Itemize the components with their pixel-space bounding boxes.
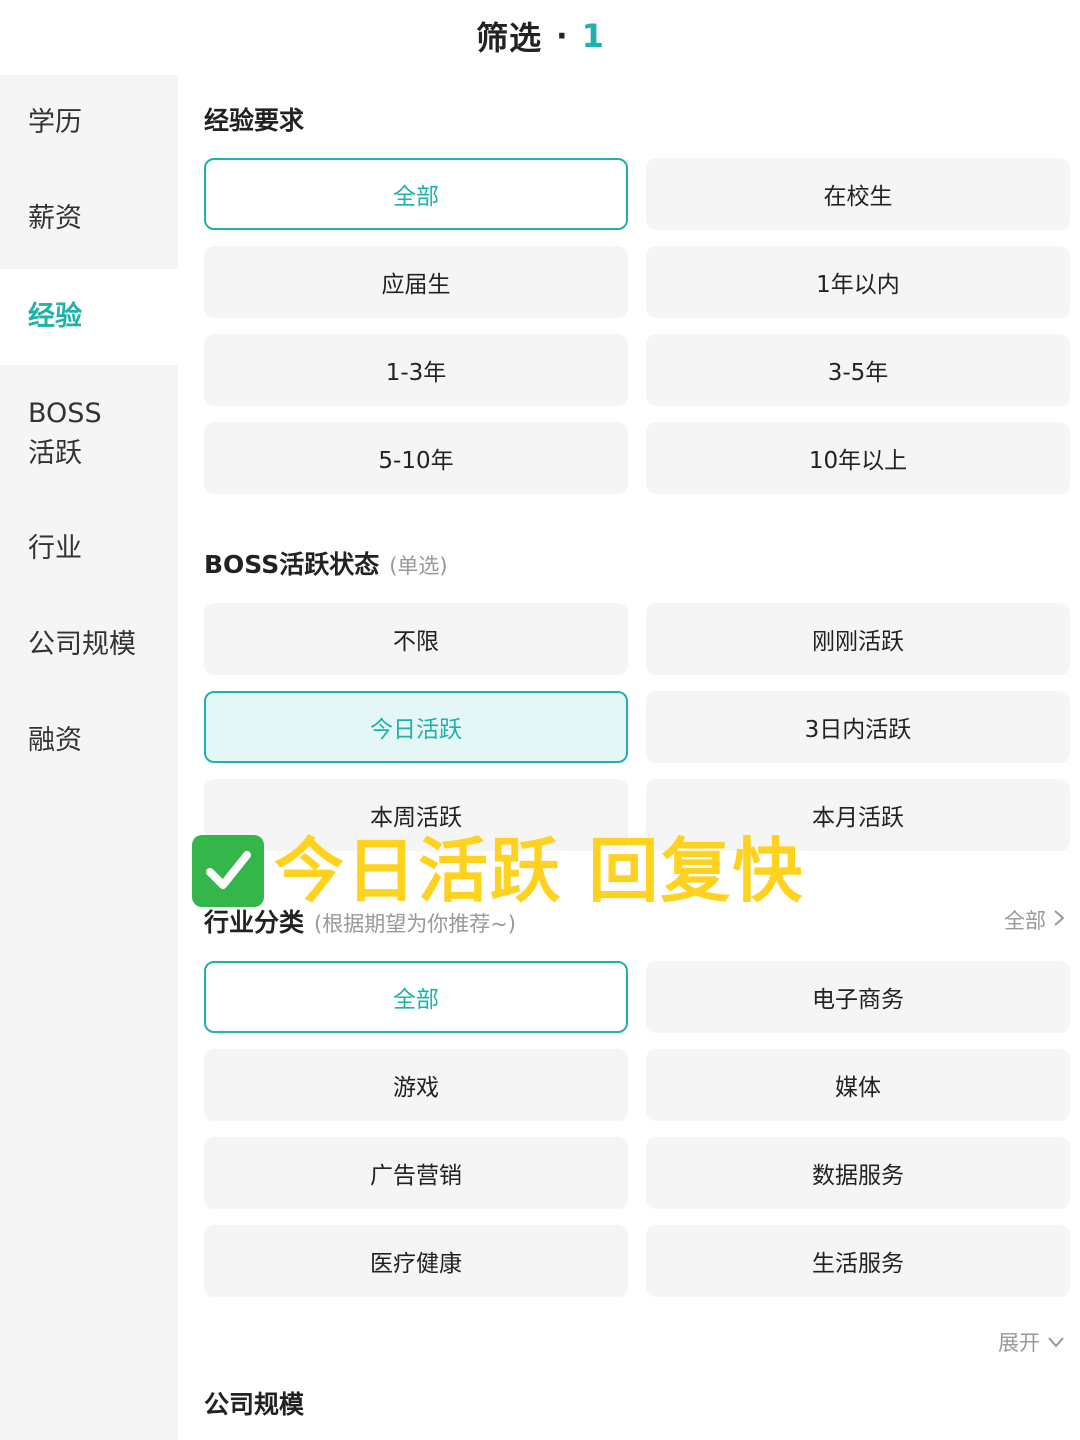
filter-header: 筛选 · 1 bbox=[0, 0, 1080, 72]
sidebar-item-label: 学历 bbox=[28, 107, 82, 138]
sidebar-item-label: 经验 bbox=[28, 301, 82, 332]
experience-section-title: 经验要求 bbox=[204, 101, 304, 137]
page-title: 筛选 bbox=[476, 19, 543, 57]
filter-count-badge: 1 bbox=[581, 17, 604, 55]
boss-status-option-just-now[interactable]: 刚刚活跃 bbox=[646, 603, 1070, 675]
boss-status-option-any[interactable]: 不限 bbox=[204, 603, 628, 675]
caption-overlay: 今日活跃 回复快 bbox=[192, 828, 804, 914]
industry-option-data-services[interactable]: 数据服务 bbox=[646, 1137, 1070, 1209]
filter-content: 经验要求 全部 在校生 应届生 1年以内 1-3年 3-5年 5-10年 10年… bbox=[178, 75, 1080, 1440]
industry-option-healthcare[interactable]: 医疗健康 bbox=[204, 1225, 628, 1297]
sidebar-item-salary[interactable]: 薪资 bbox=[0, 171, 178, 267]
industry-expand-link[interactable]: 展开 bbox=[998, 1327, 1066, 1357]
sidebar-item-label: 行业 bbox=[28, 533, 82, 564]
filter-page: 筛选 · 1 学历 薪资 经验 BOSS 活跃 行业 公司规模 融资 经验要求 bbox=[0, 0, 1080, 1440]
experience-option-all[interactable]: 全部 bbox=[204, 158, 628, 230]
industry-option-life-services[interactable]: 生活服务 bbox=[646, 1225, 1070, 1297]
experience-option-graduate[interactable]: 应届生 bbox=[204, 246, 628, 318]
boss-status-option-3-days[interactable]: 3日内活跃 bbox=[646, 691, 1070, 763]
industry-option-games[interactable]: 游戏 bbox=[204, 1049, 628, 1121]
experience-options-grid: 全部 在校生 应届生 1年以内 1-3年 3-5年 5-10年 10年以上 bbox=[204, 158, 1070, 494]
sidebar-item-financing[interactable]: 融资 bbox=[0, 693, 178, 789]
boss-status-section-title: BOSS活跃状态 (单选) bbox=[204, 545, 448, 581]
chevron-down-icon bbox=[1046, 1330, 1066, 1354]
industry-option-all[interactable]: 全部 bbox=[204, 961, 628, 1033]
industry-option-ecommerce[interactable]: 电子商务 bbox=[646, 961, 1070, 1033]
industry-option-media[interactable]: 媒体 bbox=[646, 1049, 1070, 1121]
filter-sidebar: 学历 薪资 经验 BOSS 活跃 行业 公司规模 融资 bbox=[0, 75, 178, 1440]
boss-status-option-today[interactable]: 今日活跃 bbox=[204, 691, 628, 763]
title-separator: · bbox=[556, 18, 568, 54]
sidebar-item-industry[interactable]: 行业 bbox=[0, 501, 178, 597]
experience-option-10y-plus[interactable]: 10年以上 bbox=[646, 422, 1070, 494]
industry-option-advertising[interactable]: 广告营销 bbox=[204, 1137, 628, 1209]
company-size-section-title: 公司规模 bbox=[204, 1385, 304, 1421]
caption-text: 今日活跃 回复快 bbox=[274, 830, 805, 912]
sidebar-item-experience[interactable]: 经验 bbox=[0, 269, 178, 365]
sidebar-item-label: 融资 bbox=[28, 725, 82, 756]
industry-expand-label: 展开 bbox=[998, 1331, 1040, 1355]
industry-options-grid: 全部 电子商务 游戏 媒体 广告营销 数据服务 医疗健康 生活服务 bbox=[204, 961, 1070, 1297]
experience-option-1-3y[interactable]: 1-3年 bbox=[204, 334, 628, 406]
sidebar-item-company-size[interactable]: 公司规模 bbox=[0, 597, 178, 693]
check-mark-icon bbox=[192, 835, 264, 907]
experience-option-3-5y[interactable]: 3-5年 bbox=[646, 334, 1070, 406]
industry-all-label: 全部 bbox=[1004, 909, 1046, 933]
boss-status-title-text: BOSS活跃状态 bbox=[204, 550, 380, 579]
boss-status-options-grid: 不限 刚刚活跃 今日活跃 3日内活跃 本周活跃 本月活跃 bbox=[204, 603, 1070, 851]
company-size-title-text: 公司规模 bbox=[204, 1390, 305, 1419]
experience-option-under-1y[interactable]: 1年以内 bbox=[646, 246, 1070, 318]
sidebar-item-boss-active[interactable]: BOSS 活跃 bbox=[0, 375, 178, 493]
experience-option-student[interactable]: 在校生 bbox=[646, 158, 1070, 230]
sidebar-item-label: 公司规模 bbox=[28, 629, 136, 660]
experience-title-text: 经验要求 bbox=[204, 106, 305, 135]
industry-all-link[interactable]: 全部 bbox=[1004, 905, 1066, 935]
sidebar-item-label: 薪资 bbox=[28, 203, 82, 234]
experience-option-5-10y[interactable]: 5-10年 bbox=[204, 422, 628, 494]
sidebar-item-education[interactable]: 学历 bbox=[0, 75, 178, 171]
chevron-right-icon bbox=[1052, 908, 1066, 933]
boss-status-subtitle: (单选) bbox=[389, 554, 448, 578]
sidebar-item-label: BOSS 活跃 bbox=[28, 398, 102, 469]
